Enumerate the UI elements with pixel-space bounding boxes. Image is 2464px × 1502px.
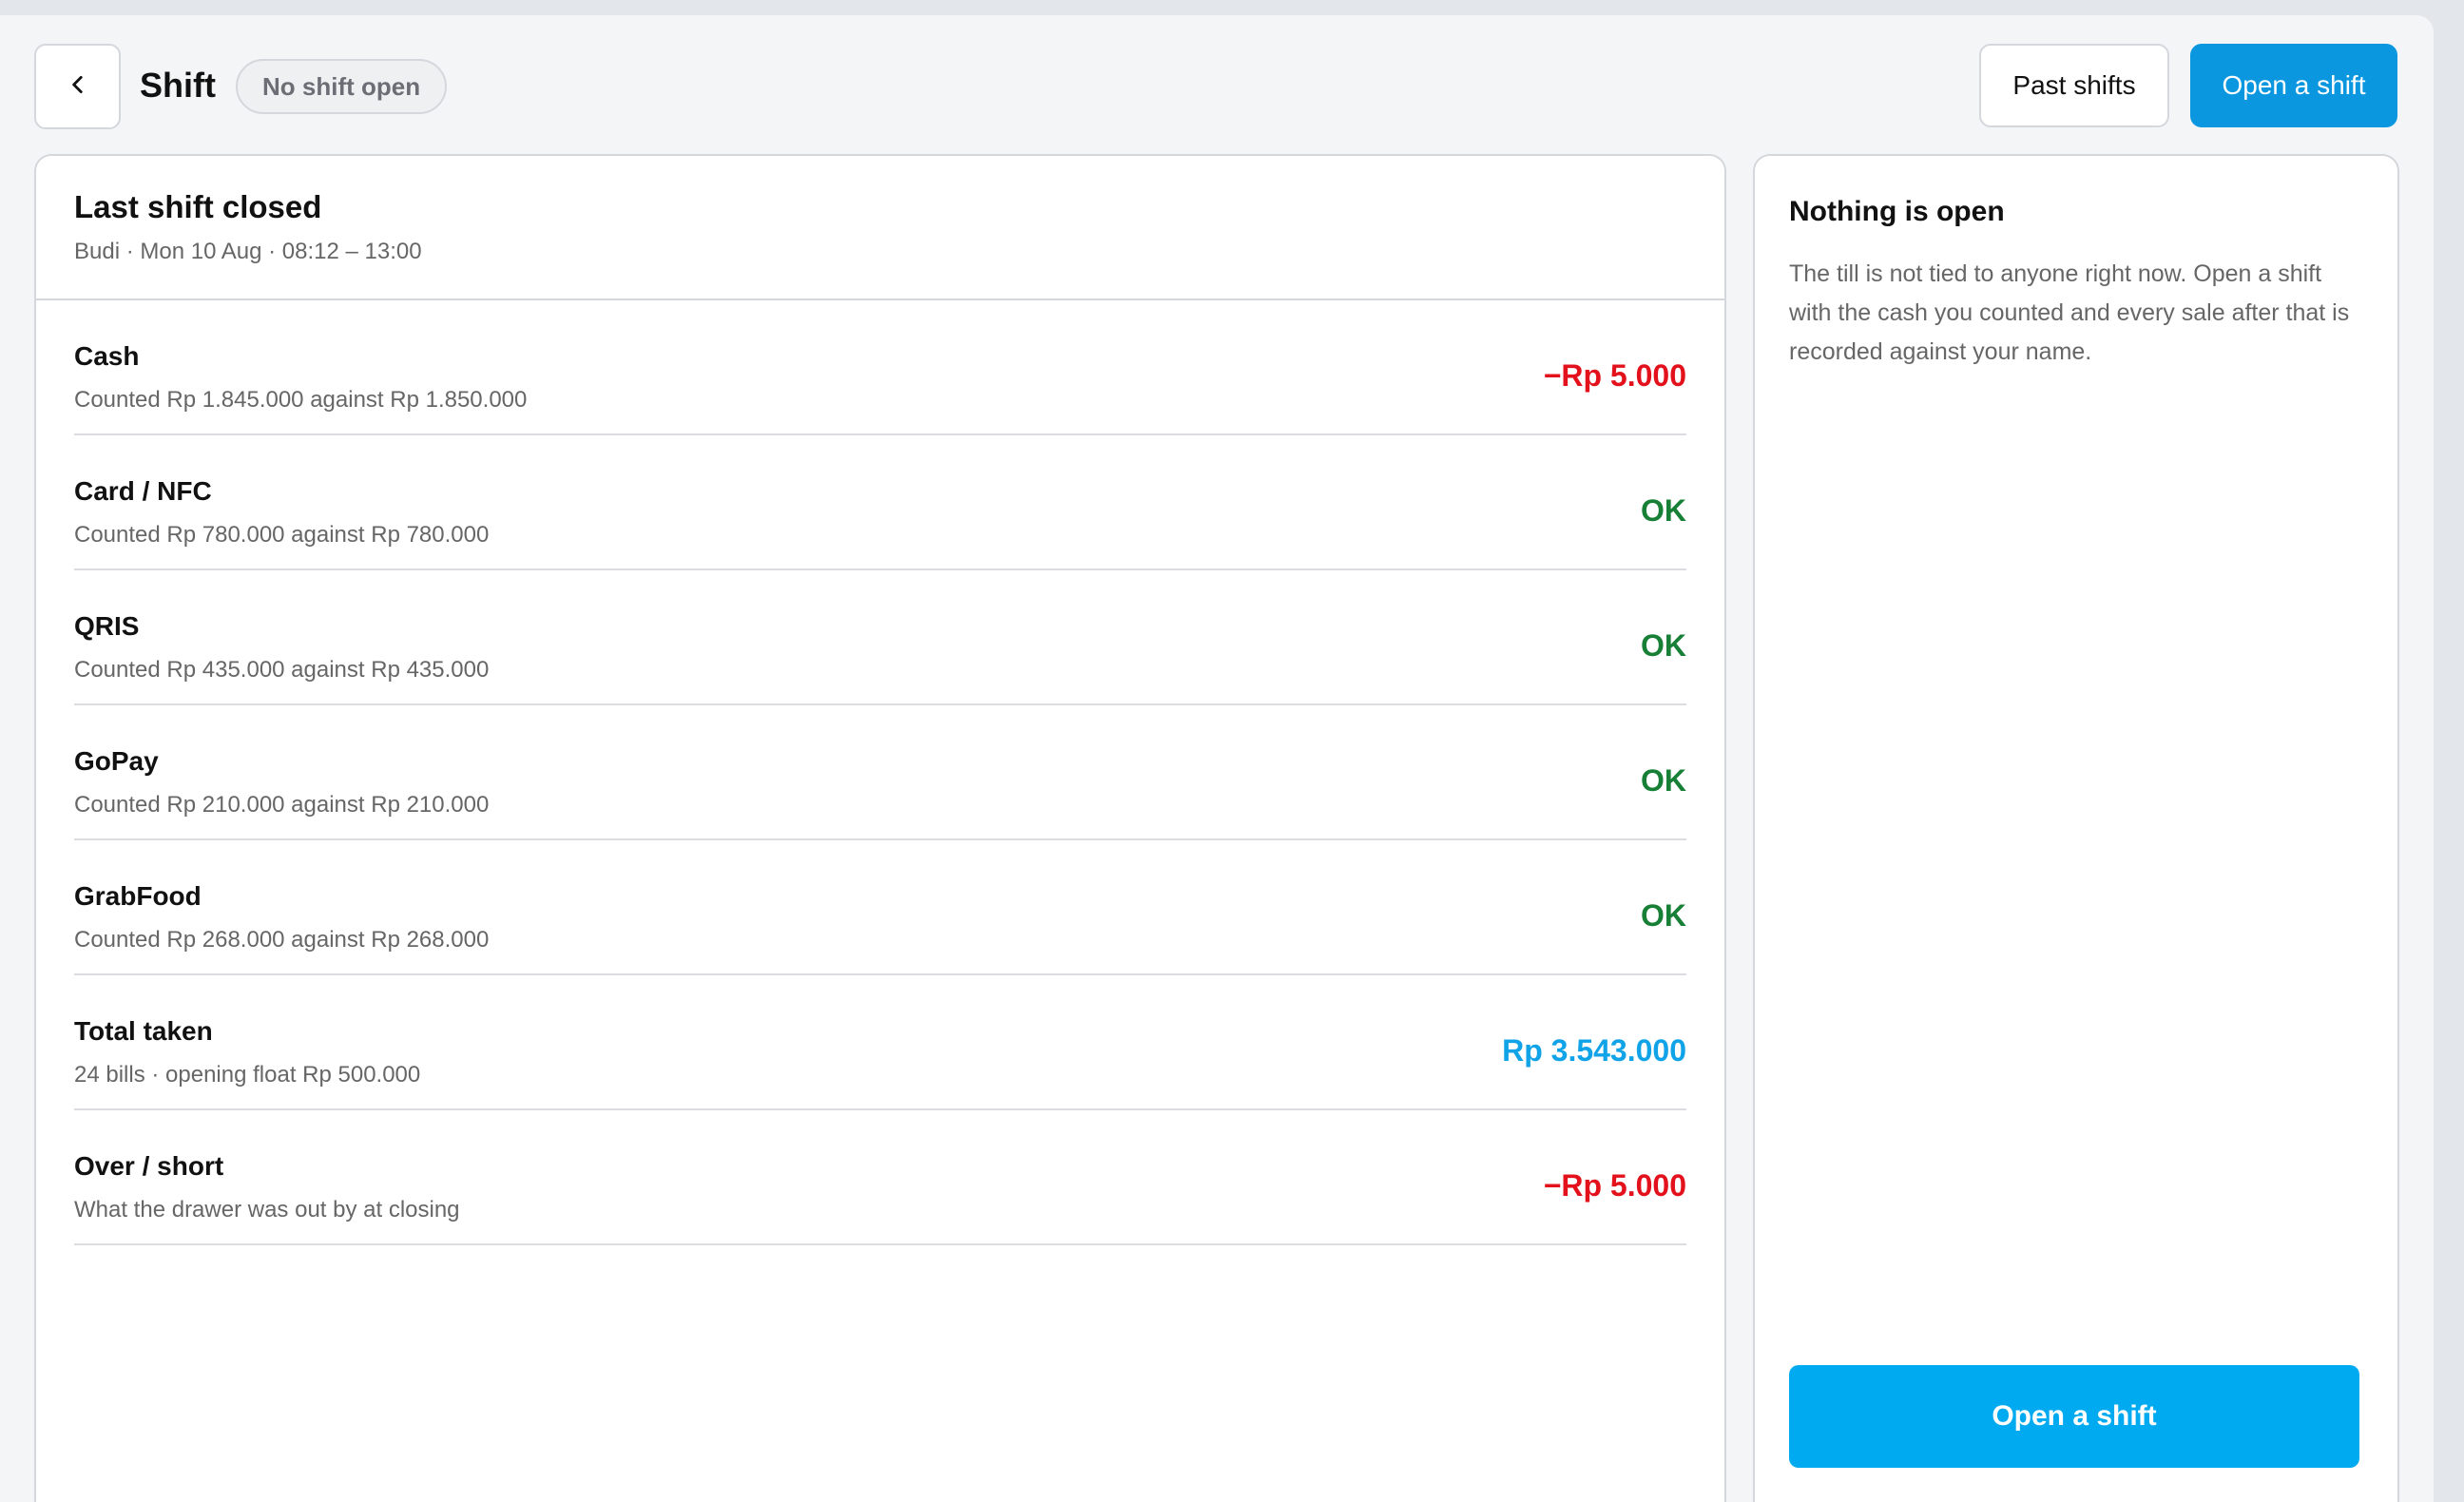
past-shifts-button[interactable]: Past shifts [1979, 44, 2169, 127]
page-title: Shift [140, 66, 216, 105]
row-detail: Counted Rp 268.000 against Rp 268.000 [74, 927, 490, 953]
row-label: Total taken [74, 1016, 213, 1046]
reconciliation-row-card-nfc: Card / NFC Counted Rp 780.000 against Rp… [74, 435, 1686, 570]
row-value: OK [1641, 628, 1686, 663]
row-value: OK [1641, 898, 1686, 933]
chevron-left-icon [66, 72, 90, 102]
row-detail: Counted Rp 210.000 against Rp 210.000 [74, 792, 490, 818]
row-detail: What the drawer was out by at closing [74, 1197, 460, 1223]
row-label: Card / NFC [74, 476, 212, 506]
side-description: The till is not tied to anyone right now… [1789, 260, 2350, 365]
last-shift-title: Last shift closed [74, 189, 322, 224]
row-detail: Counted Rp 435.000 against Rp 435.000 [74, 657, 490, 683]
reconciliation-row-grabfood: GrabFood Counted Rp 268.000 against Rp 2… [74, 840, 1686, 975]
app-window: Shift No shift open Past shifts Open a s… [0, 15, 2434, 1502]
open-shift-button[interactable]: Open a shift [2190, 44, 2397, 127]
last-shift-subtitle: Budi · Mon 10 Aug · 08:12 – 13:00 [74, 239, 422, 264]
no-open-shift-card: Nothing is open The till is not tied to … [1753, 154, 2399, 1502]
open-shift-primary-button[interactable]: Open a shift [1789, 1365, 2359, 1468]
back-button[interactable] [34, 44, 121, 129]
reconciliation-row-cash: Cash Counted Rp 1.845.000 against Rp 1.8… [74, 300, 1686, 435]
side-title: Nothing is open [1789, 196, 2005, 227]
row-detail: 24 bills · opening float Rp 500.000 [74, 1062, 421, 1088]
row-label: QRIS [74, 611, 140, 641]
row-label: Over / short [74, 1151, 224, 1181]
row-value: OK [1641, 763, 1686, 798]
reconciliation-row-gopay: GoPay Counted Rp 210.000 against Rp 210.… [74, 705, 1686, 840]
row-value: OK [1641, 493, 1686, 528]
row-label: Cash [74, 341, 140, 371]
header-bar: Shift No shift open Past shifts Open a s… [34, 44, 2434, 129]
reconciliation-list: Cash Counted Rp 1.845.000 against Rp 1.8… [74, 300, 1686, 1245]
last-shift-card: Last shift closed Budi · Mon 10 Aug · 08… [34, 154, 1726, 1502]
row-detail: Counted Rp 1.845.000 against Rp 1.850.00… [74, 387, 528, 413]
row-label: GoPay [74, 746, 159, 776]
row-value: −Rp 5.000 [1543, 1168, 1686, 1203]
row-value: −Rp 5.000 [1543, 358, 1686, 393]
row-value: Rp 3.543.000 [1502, 1033, 1686, 1068]
last-shift-header: Last shift closed Budi · Mon 10 Aug · 08… [36, 156, 1724, 300]
reconciliation-row-total: Total taken 24 bills · opening float Rp … [74, 975, 1686, 1110]
reconciliation-row-over-short: Over / short What the drawer was out by … [74, 1110, 1686, 1245]
row-label: GrabFood [74, 881, 202, 911]
row-detail: Counted Rp 780.000 against Rp 780.000 [74, 522, 490, 548]
status-badge: No shift open [236, 59, 448, 114]
reconciliation-row-qris: QRIS Counted Rp 435.000 against Rp 435.0… [74, 570, 1686, 705]
